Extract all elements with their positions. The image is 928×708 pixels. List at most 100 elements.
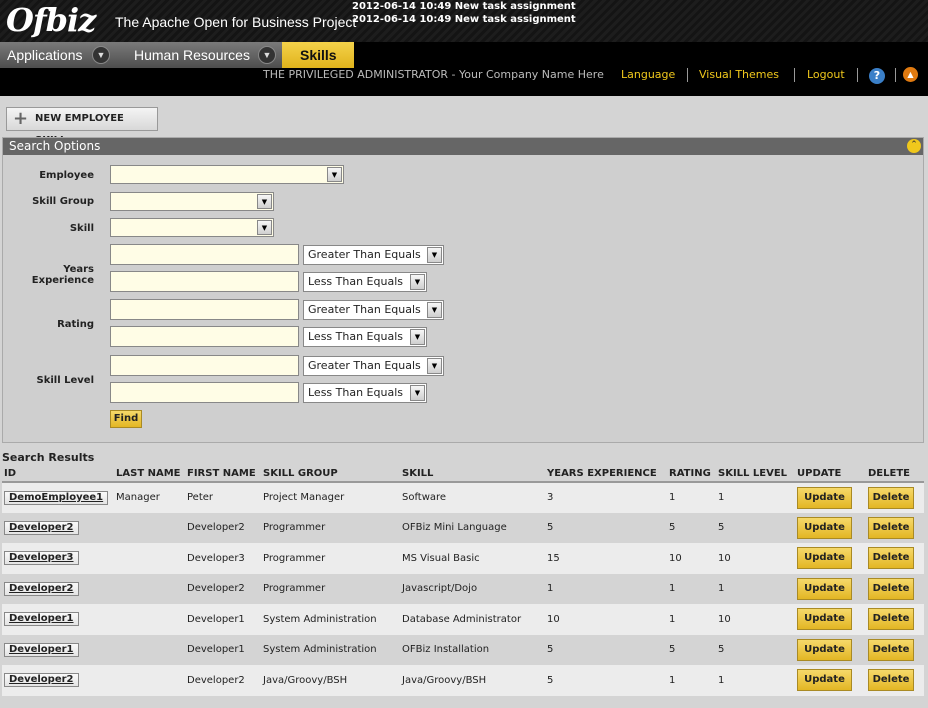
- cell-update: Update: [795, 543, 866, 574]
- chevron-down-icon[interactable]: ▼: [427, 247, 442, 263]
- cell-last-name: [114, 512, 185, 543]
- years-experience-to-operator[interactable]: Less Than Equals ▼: [303, 272, 427, 292]
- chevron-down-icon[interactable]: ▼: [257, 220, 272, 235]
- cell-skill-group: System Administration: [261, 604, 400, 635]
- cell-update: Update: [795, 482, 866, 513]
- chevron-down-icon[interactable]: ▼: [258, 46, 276, 64]
- rating-from-operator[interactable]: Greater Than Equals ▼: [303, 300, 444, 320]
- col-skill[interactable]: SKILL: [400, 465, 545, 483]
- chevron-down-icon[interactable]: ▼: [410, 274, 425, 290]
- employee-id-link[interactable]: Developer2: [4, 673, 79, 688]
- update-button[interactable]: Update: [797, 669, 852, 692]
- table-row: Developer1 Developer1 System Administratio…: [2, 604, 924, 635]
- col-rating[interactable]: RATING: [667, 465, 716, 483]
- delete-button[interactable]: Delete: [868, 486, 914, 509]
- cell-level: 5: [716, 512, 795, 543]
- chevron-down-icon[interactable]: ▼: [327, 167, 342, 182]
- update-button[interactable]: Update: [797, 608, 852, 631]
- chevron-down-icon[interactable]: ▼: [257, 194, 272, 209]
- cell-skill-group: System Administration: [261, 634, 400, 665]
- message-item[interactable]: 2012-06-14 10:49 New task assignment: [352, 0, 576, 13]
- tab-skills[interactable]: Skills: [282, 42, 354, 68]
- update-button[interactable]: Update: [797, 638, 852, 661]
- cell-last-name: [114, 604, 185, 635]
- collapse-icon[interactable]: ⌃: [907, 139, 921, 153]
- employee-id-link[interactable]: Developer1: [4, 642, 79, 657]
- col-last-name[interactable]: LAST NAME: [114, 465, 185, 483]
- cell-update: Update: [795, 634, 866, 665]
- cell-update: Update: [795, 573, 866, 604]
- search-options-title: Search Options: [9, 139, 101, 153]
- cell-last-name: [114, 665, 185, 696]
- chevron-down-icon[interactable]: ▼: [427, 302, 442, 318]
- employee-id-link[interactable]: DemoEmployee1: [4, 490, 109, 505]
- col-update: UPDATE: [795, 465, 866, 483]
- tab-human-resources[interactable]: Human Resources ▼: [122, 42, 282, 68]
- employee-id-link[interactable]: Developer2: [4, 520, 79, 535]
- skill-level-from-input[interactable]: [110, 355, 299, 376]
- col-first-name[interactable]: FIRST NAME: [185, 465, 261, 483]
- employee-id-link[interactable]: Developer1: [4, 612, 79, 627]
- message-item[interactable]: 2012-06-14 10:49 New task assignment: [352, 13, 576, 26]
- cell-skill: Software: [400, 482, 545, 513]
- chevron-down-icon[interactable]: ▼: [427, 358, 442, 374]
- find-button[interactable]: Find: [110, 410, 142, 428]
- operator-value: Less Than Equals: [308, 275, 403, 288]
- language-link[interactable]: Language: [621, 68, 675, 81]
- new-employee-skill-button[interactable]: + NEW EMPLOYEE SKILL: [6, 107, 158, 146]
- logout-link[interactable]: Logout: [807, 68, 845, 81]
- years-experience-to-input[interactable]: [110, 271, 299, 292]
- update-button[interactable]: Update: [797, 516, 852, 539]
- col-id[interactable]: ID: [2, 465, 114, 483]
- years-experience-from-input[interactable]: [110, 244, 299, 265]
- col-skill-level[interactable]: SKILL LEVEL: [716, 465, 795, 483]
- delete-button[interactable]: Delete: [868, 638, 914, 661]
- rating-from-input[interactable]: [110, 299, 299, 320]
- rating-to-operator[interactable]: Less Than Equals ▼: [303, 327, 427, 347]
- chevron-down-icon[interactable]: ▼: [92, 46, 110, 64]
- years-experience-from-operator[interactable]: Greater Than Equals ▼: [303, 245, 444, 265]
- cell-years: 5: [545, 665, 667, 696]
- cell-skill-group: Programmer: [261, 543, 400, 574]
- search-options-header: Search Options ⌃: [3, 138, 923, 155]
- skill-level-from-operator[interactable]: Greater Than Equals ▼: [303, 356, 444, 376]
- delete-button[interactable]: Delete: [868, 669, 914, 692]
- tab-applications-label: Applications: [7, 47, 83, 63]
- search-results-title: Search Results: [2, 451, 95, 464]
- tab-applications[interactable]: Applications ▼: [0, 42, 122, 68]
- employee-id-link[interactable]: Developer3: [4, 551, 79, 566]
- update-button[interactable]: Update: [797, 577, 852, 600]
- col-years-experience[interactable]: YEARS EXPERIENCE: [545, 465, 667, 483]
- employee-select[interactable]: ▼: [110, 165, 344, 184]
- visual-themes-link[interactable]: Visual Themes: [699, 68, 779, 81]
- skill-level-to-input[interactable]: [110, 382, 299, 403]
- cell-rating: 5: [667, 634, 716, 665]
- rating-to-input[interactable]: [110, 326, 299, 347]
- cell-skill: OFBiz Installation: [400, 634, 545, 665]
- cell-level: 1: [716, 665, 795, 696]
- cell-level: 5: [716, 634, 795, 665]
- cell-rating: 1: [667, 482, 716, 513]
- chevron-down-icon[interactable]: ▼: [410, 329, 425, 345]
- delete-button[interactable]: Delete: [868, 547, 914, 570]
- plus-icon: +: [13, 108, 29, 129]
- cell-update: Update: [795, 604, 866, 635]
- skill-level-to-operator[interactable]: Less Than Equals ▼: [303, 383, 427, 403]
- operator-value: Greater Than Equals: [308, 359, 421, 372]
- skill-group-select[interactable]: ▼: [110, 192, 274, 211]
- delete-button[interactable]: Delete: [868, 516, 914, 539]
- cell-years: 10: [545, 604, 667, 635]
- chevron-down-icon[interactable]: ▼: [410, 385, 425, 401]
- help-icon[interactable]: ?: [869, 68, 885, 84]
- update-button[interactable]: Update: [797, 486, 852, 509]
- cell-skill-group: Java/Groovy/BSH: [261, 665, 400, 696]
- update-button[interactable]: Update: [797, 547, 852, 570]
- scroll-up-icon[interactable]: ▲: [903, 67, 918, 82]
- ofbiz-logo[interactable]: Ofbiz: [6, 1, 96, 39]
- divider: [895, 68, 896, 82]
- delete-button[interactable]: Delete: [868, 608, 914, 631]
- delete-button[interactable]: Delete: [868, 577, 914, 600]
- col-skill-group[interactable]: SKILL GROUP: [261, 465, 400, 483]
- employee-id-link[interactable]: Developer2: [4, 581, 79, 596]
- skill-select[interactable]: ▼: [110, 218, 274, 237]
